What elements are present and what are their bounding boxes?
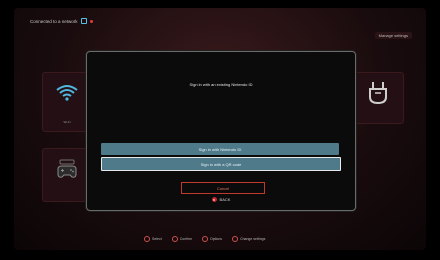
legend-item: Select: [144, 236, 162, 242]
sign-in-qr-code-button[interactable]: Sign in with a QR code: [101, 157, 341, 171]
legend-label: Confirm: [179, 237, 192, 241]
legend-item: Options: [202, 236, 222, 242]
button-hint-icon: [144, 236, 150, 242]
button-hint-icon: [171, 236, 178, 242]
button-hint-icon: [202, 236, 208, 242]
controller-tile[interactable]: [42, 148, 92, 202]
legend-label: Options: [210, 237, 223, 241]
legend-item: Confirm: [171, 236, 192, 242]
b-button-icon: B: [211, 197, 217, 202]
sign-in-nintendo-id-button[interactable]: Sign in with Nintendo ID: [101, 143, 339, 155]
back-hint[interactable]: B BACK: [87, 197, 355, 202]
usb-tile[interactable]: [352, 72, 404, 124]
bottom-legend: Select Confirm Options Change settings: [144, 236, 265, 242]
cancel-button[interactable]: Cancel: [181, 182, 265, 194]
status-text: Connected to a network: [30, 18, 78, 24]
dialog-title: Sign in with an existing Nintendo ID: [189, 82, 253, 87]
back-label: BACK: [219, 197, 231, 202]
network-status-icon: [80, 18, 87, 24]
legend-label: Change settings: [240, 237, 266, 241]
usb-icon: [365, 79, 391, 112]
wifi-icon: [55, 83, 79, 108]
wifi-tile[interactable]: Wi-Fi: [42, 72, 92, 132]
manage-settings-button[interactable]: Manage settings: [374, 32, 412, 39]
wifi-tile-label: Wi-Fi: [63, 120, 71, 124]
button-hint-icon: [232, 236, 239, 242]
alert-dot-icon: [89, 19, 93, 23]
status-bar: Connected to a network: [30, 18, 93, 24]
sign-in-dialog: Sign in with an existing Nintendo ID Sig…: [86, 51, 356, 211]
legend-item: Change settings: [232, 236, 265, 242]
legend-label: Select: [152, 237, 162, 241]
controller-icon: [55, 159, 79, 186]
